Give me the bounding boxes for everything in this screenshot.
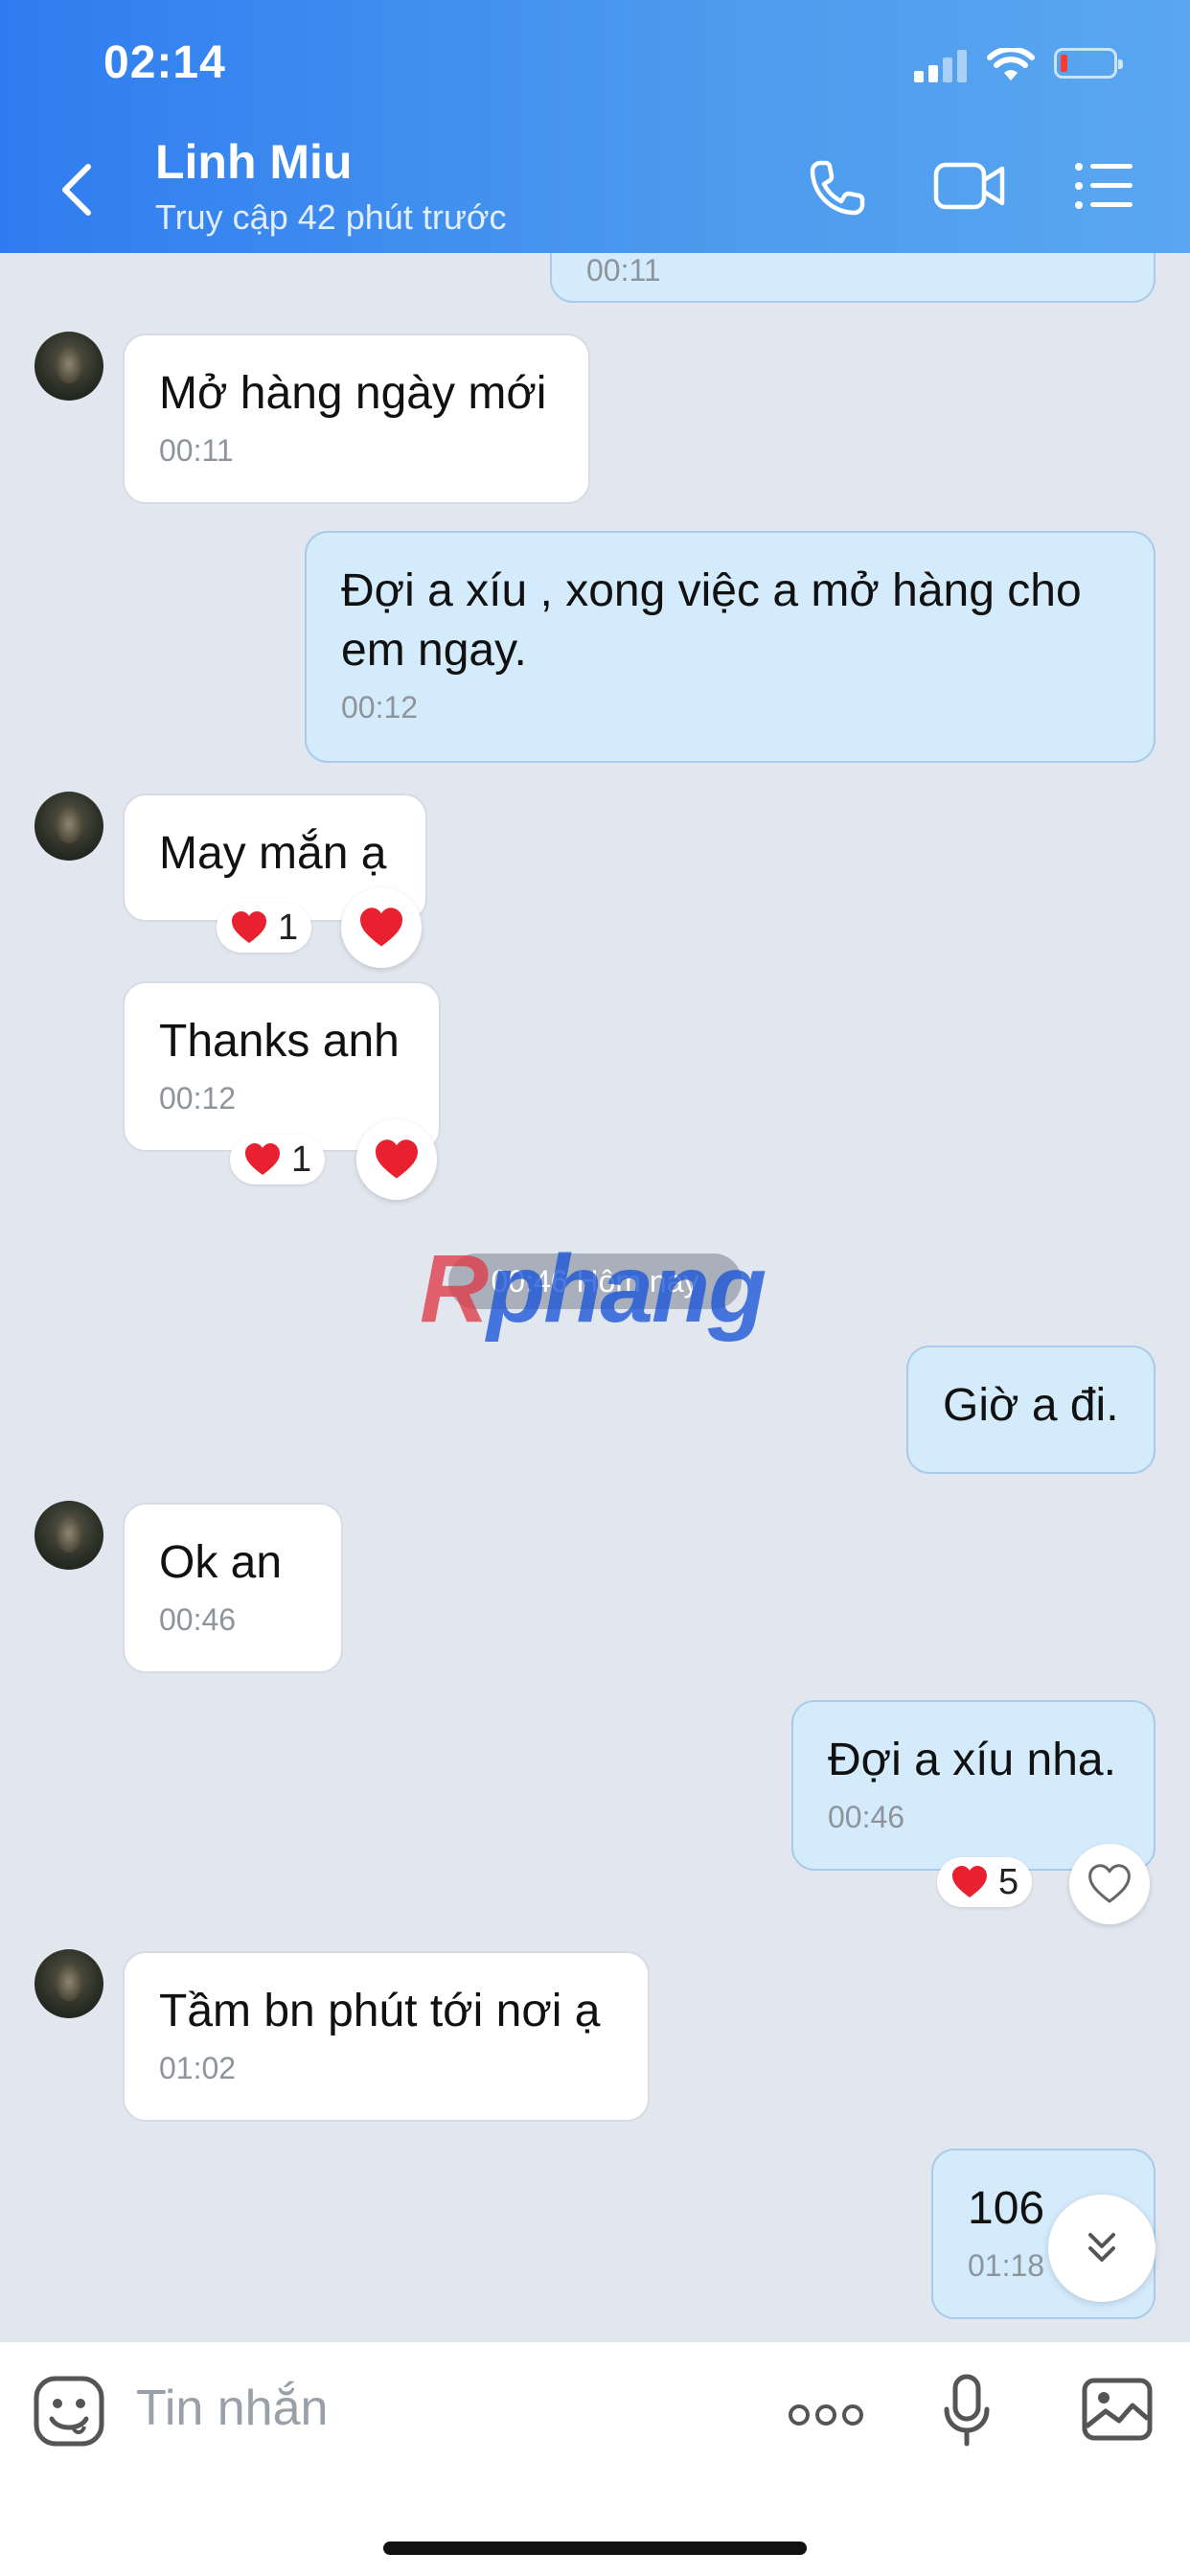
video-call-icon[interactable] — [933, 157, 1006, 215]
message-bubble-incoming[interactable]: Mở hàng ngày mới 00:11 — [123, 334, 590, 504]
message-bubble-outgoing[interactable]: 00:11 — [550, 253, 1156, 303]
message-bubble-incoming[interactable]: Tầm bn phút tới nơi ạ 01:02 — [123, 1951, 650, 2122]
microphone-icon[interactable] — [943, 2373, 991, 2450]
image-gallery-icon[interactable] — [1081, 2377, 1154, 2442]
message-bubble-outgoing[interactable]: Giờ a đi. — [906, 1346, 1156, 1474]
back-arrow-icon[interactable] — [57, 161, 96, 218]
cellular-signal-icon — [914, 50, 968, 82]
double-chevron-down-icon — [1088, 2233, 1115, 2262]
reaction-summary[interactable]: 1 — [230, 1135, 326, 1184]
reaction-count: 1 — [278, 907, 299, 948]
contact-avatar[interactable] — [34, 1949, 103, 2018]
contact-avatar[interactable] — [34, 1501, 103, 1570]
watermark-logo: Rphang — [420, 1235, 767, 1343]
message-text: Giờ a đi. — [943, 1380, 1119, 1431]
status-time: 02:14 — [103, 37, 226, 88]
message-time: 00:46 — [159, 1602, 237, 1637]
message-time: 00:11 — [159, 433, 234, 468]
message-text: Đợi a xíu , xong việc a mở hàng cho em n… — [341, 565, 1082, 676]
react-button[interactable] — [341, 887, 422, 968]
menu-list-icon[interactable] — [1073, 157, 1134, 215]
message-text: Đợi a xíu nha. — [828, 1735, 1116, 1785]
reaction-summary[interactable]: 5 — [937, 1857, 1033, 1907]
message-list[interactable]: 00:11 Mở hàng ngày mới 00:11 Đợi a xíu ,… — [0, 253, 1190, 2342]
reaction-summary[interactable]: 1 — [217, 903, 312, 953]
battery-icon — [1054, 48, 1123, 79]
contact-avatar[interactable] — [34, 332, 103, 401]
wifi-icon — [987, 48, 1035, 80]
heart-reaction-icon — [376, 1139, 418, 1179]
heart-reaction-icon — [360, 908, 402, 947]
phone-call-icon[interactable] — [807, 157, 868, 218]
message-time: 01:02 — [159, 2051, 237, 2085]
message-time: 00:12 — [159, 1081, 237, 1116]
reaction-count: 5 — [998, 1861, 1019, 1902]
react-button[interactable] — [1069, 1844, 1150, 1924]
message-time: 00:12 — [341, 690, 419, 724]
more-options-icon[interactable] — [788, 2404, 864, 2426]
home-indicator — [383, 2542, 807, 2555]
heart-reaction-icon — [232, 911, 266, 943]
message-bubble-outgoing[interactable]: Đợi a xíu , xong việc a mở hàng cho em n… — [305, 531, 1156, 763]
heart-reaction-icon — [952, 1866, 987, 1898]
message-bubble-incoming[interactable]: Ok an 00:46 — [123, 1503, 343, 1673]
scroll-to-bottom-button[interactable] — [1048, 2195, 1156, 2302]
message-time: 00:46 — [828, 1800, 905, 1834]
message-text: Thanks anh — [159, 1016, 400, 1067]
contact-avatar[interactable] — [34, 792, 103, 861]
reaction-count: 1 — [291, 1138, 312, 1180]
sticker-emoji-icon[interactable] — [33, 2375, 105, 2448]
contact-last-seen: Truy cập 42 phút trước — [155, 197, 507, 237]
message-text: May mắn ạ — [159, 828, 387, 879]
message-input[interactable] — [134, 2379, 751, 2438]
message-text: Tầm bn phút tới nơi ạ — [159, 1986, 601, 2036]
react-button[interactable] — [356, 1119, 437, 1200]
contact-name[interactable]: Linh Miu — [155, 134, 353, 190]
message-text: Mở hàng ngày mới — [159, 368, 547, 419]
chat-header: 02:14 Linh Miu Truy cập 42 phút trước — [0, 0, 1190, 253]
message-text: Ok an — [159, 1537, 283, 1588]
message-composer — [0, 2342, 1190, 2576]
message-time: 00:11 — [586, 253, 661, 288]
heart-reaction-icon — [245, 1143, 280, 1175]
heart-outline-icon — [1088, 1864, 1131, 1903]
